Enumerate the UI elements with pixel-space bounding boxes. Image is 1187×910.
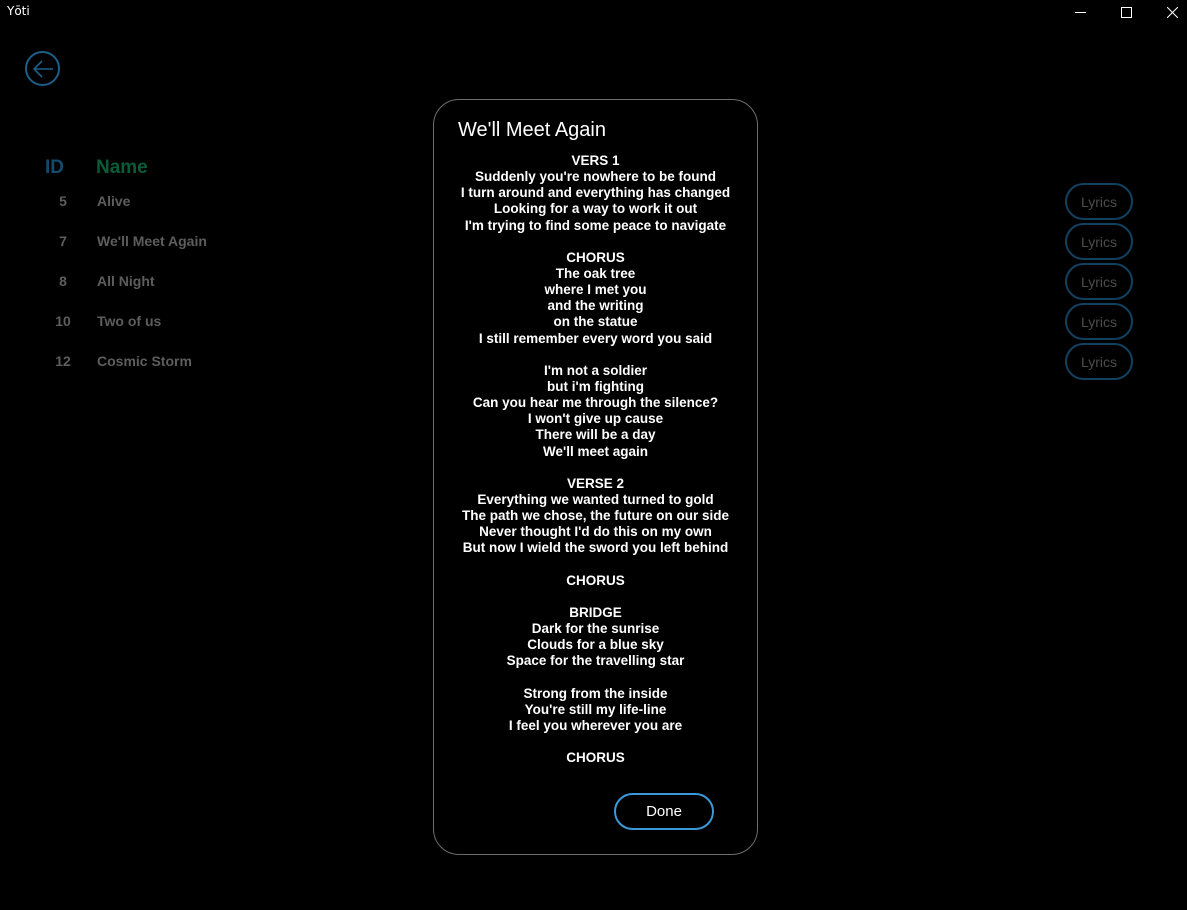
lyrics-line: where I met you — [544, 282, 647, 298]
lyrics-line: and the writing — [547, 298, 644, 314]
lyrics-button[interactable]: Lyrics — [1065, 223, 1133, 260]
lyrics-line: Clouds for a blue sky — [527, 637, 664, 653]
lyrics-line: The path we chose, the future on our sid… — [461, 508, 730, 524]
lyrics-button[interactable]: Lyrics — [1065, 343, 1133, 380]
lyrics-line: I turn around and everything has changed — [460, 185, 731, 201]
song-id: 5 — [59, 193, 67, 209]
lyrics-line — [434, 734, 757, 750]
song-id: 10 — [55, 313, 71, 329]
close-button[interactable] — [1149, 0, 1187, 24]
lyrics-line: Strong from the inside — [523, 685, 668, 701]
lyrics-line: VERS 1 — [571, 153, 620, 168]
minimize-icon — [1074, 11, 1086, 13]
lyrics-line: Dark for the sunrise — [531, 621, 660, 637]
lyrics-button[interactable]: Lyrics — [1065, 303, 1133, 340]
song-id: 12 — [55, 353, 71, 369]
lyrics-text: VERS 1 Suddenly you're nowhere to be foun… — [434, 153, 757, 766]
close-icon — [1166, 6, 1178, 18]
back-button[interactable] — [25, 51, 60, 86]
song-name: Alive — [97, 193, 131, 209]
lyrics-line: I still remember every word you said — [478, 330, 713, 346]
dialog-title: We'll Meet Again — [458, 119, 606, 141]
lyrics-line: CHORUS — [566, 750, 625, 766]
song-id: 8 — [59, 273, 67, 289]
lyrics-line: CHORUS — [566, 572, 625, 588]
lyrics-line — [434, 670, 757, 686]
lyrics-line: but i'm fighting — [547, 378, 644, 394]
song-name: All Night — [97, 273, 155, 289]
lyrics-line: Never thought I'd do this on my own — [479, 524, 712, 540]
lyrics-line: The oak tree — [555, 265, 636, 281]
lyrics-line: We'll meet again — [543, 443, 648, 459]
song-id: 7 — [59, 233, 67, 249]
lyrics-line: I won't give up cause — [527, 411, 664, 427]
lyrics-line: CHORUS — [566, 249, 625, 265]
lyrics-dialog: We'll Meet Again VERS 1 Suddenly you're n… — [433, 99, 758, 855]
lyrics-line: But now I wield the sword you left behin… — [462, 540, 729, 556]
lyrics-line — [434, 347, 757, 363]
lyrics-line: There will be a day — [535, 427, 656, 443]
minimize-button[interactable] — [1057, 0, 1103, 24]
song-name: We'll Meet Again — [97, 233, 207, 249]
lyrics-line — [434, 557, 757, 573]
lyrics-line: Space for the travelling star — [506, 653, 685, 669]
done-button[interactable]: Done — [614, 793, 714, 830]
lyrics-button[interactable]: Lyrics — [1065, 263, 1133, 300]
title-bar: Yōti — [0, 0, 1187, 24]
lyrics-line — [434, 460, 757, 476]
song-name: Two of us — [97, 313, 162, 329]
lyrics-line: VERSE 2 — [566, 475, 625, 491]
lyrics-line — [434, 589, 757, 605]
arrow-left-icon — [32, 59, 53, 78]
lyrics-line: You're still my life-line — [524, 701, 667, 717]
lyrics-line: I feel you wherever you are — [508, 717, 683, 733]
lyrics-line: I'm trying to find some peace to navigat… — [464, 217, 727, 233]
lyrics-line: Looking for a way to work it out — [493, 201, 698, 217]
maximize-button[interactable] — [1103, 0, 1149, 24]
id-column-header: ID — [45, 157, 64, 178]
lyrics-line: I'm not a soldier — [544, 362, 647, 378]
maximize-icon — [1120, 6, 1132, 18]
lyrics-line: BRIDGE — [569, 604, 622, 620]
lyrics-button[interactable]: Lyrics — [1065, 183, 1133, 220]
lyrics-line: Suddenly you're nowhere to be found — [475, 169, 716, 185]
lyrics-line: Can you hear me through the silence? — [472, 395, 719, 411]
lyrics-line: Everything we wanted turned to gold — [477, 491, 714, 507]
app-title: Yōti — [7, 4, 30, 18]
lyrics-line — [434, 234, 757, 250]
song-name: Cosmic Storm — [97, 353, 192, 369]
name-column-header: Name — [96, 157, 148, 178]
lyrics-line: on the statue — [553, 314, 638, 330]
